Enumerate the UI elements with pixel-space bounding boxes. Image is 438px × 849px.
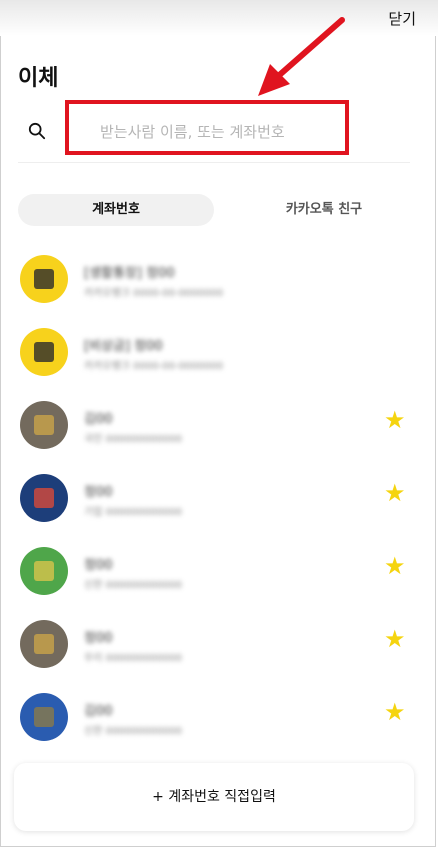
recipient-name: [생활통장] 정00	[84, 266, 175, 281]
recipient-item[interactable]: 정00 우리 000000000000 ★	[0, 611, 438, 671]
avatar-glyph	[34, 342, 54, 362]
recipient-name: 정00	[84, 558, 113, 573]
recipient-name: 김00	[84, 412, 113, 427]
recipient-account: 우리 000000000000	[84, 653, 182, 664]
recipient-item[interactable]: [생활통장] 정00 카카오뱅크 0000-00-0000000	[0, 246, 438, 306]
recipient-account: 카카오뱅크 0000-00-0000000	[84, 361, 224, 372]
avatar-glyph	[34, 707, 54, 727]
recipient-item[interactable]: 정00 기업 000000000000 ★	[0, 465, 438, 525]
recipient-item[interactable]: 김00 국민 000000000000 ★	[0, 392, 438, 452]
avatar-glyph	[34, 269, 54, 289]
recipient-name: 정00	[84, 631, 113, 646]
avatar	[20, 328, 68, 376]
star-icon[interactable]: ★	[384, 700, 406, 724]
recipient-account: 카카오뱅크 0000-00-0000000	[84, 288, 224, 299]
star-icon[interactable]: ★	[384, 627, 406, 651]
avatar-glyph	[34, 634, 54, 654]
avatar	[20, 547, 68, 595]
page-title: 이체	[18, 66, 59, 91]
tab-kakaotalk-friends[interactable]: 카카오톡 친구	[234, 194, 414, 226]
avatar-glyph	[34, 488, 54, 508]
search-bar	[18, 106, 410, 163]
tab-bar: 계좌번호 카카오톡 친구	[18, 194, 414, 226]
avatar	[20, 620, 68, 668]
top-bar: 닫기	[0, 0, 438, 36]
avatar	[20, 401, 68, 449]
star-icon[interactable]: ★	[384, 481, 406, 505]
recipient-item[interactable]: [비상금] 정00 카카오뱅크 0000-00-0000000	[0, 319, 438, 379]
direct-input-button[interactable]: + 계좌번호 직접입력	[14, 763, 414, 831]
recipient-name: 김00	[84, 704, 113, 719]
recipient-name: 정00	[84, 485, 113, 500]
avatar-glyph	[34, 561, 54, 581]
recipient-account: 신한 000000000000	[84, 726, 182, 737]
recipient-account: 기업 000000000000	[84, 507, 182, 518]
avatar	[20, 255, 68, 303]
recipient-account: 국민 000000000000	[84, 434, 182, 445]
star-icon[interactable]: ★	[384, 554, 406, 578]
close-button[interactable]: 닫기	[388, 8, 416, 29]
tab-account-number[interactable]: 계좌번호	[18, 194, 214, 226]
search-input[interactable]	[82, 106, 368, 158]
recipient-item[interactable]: 정00 신한 000000000000 ★	[0, 538, 438, 598]
recipient-account: 신한 000000000000	[84, 580, 182, 591]
avatar	[20, 693, 68, 741]
recipient-item[interactable]: 김00 신한 000000000000 ★	[0, 684, 438, 744]
search-icon	[28, 122, 46, 140]
avatar	[20, 474, 68, 522]
recipient-name: [비상금] 정00	[84, 339, 163, 354]
star-icon[interactable]: ★	[384, 408, 406, 432]
avatar-glyph	[34, 415, 54, 435]
